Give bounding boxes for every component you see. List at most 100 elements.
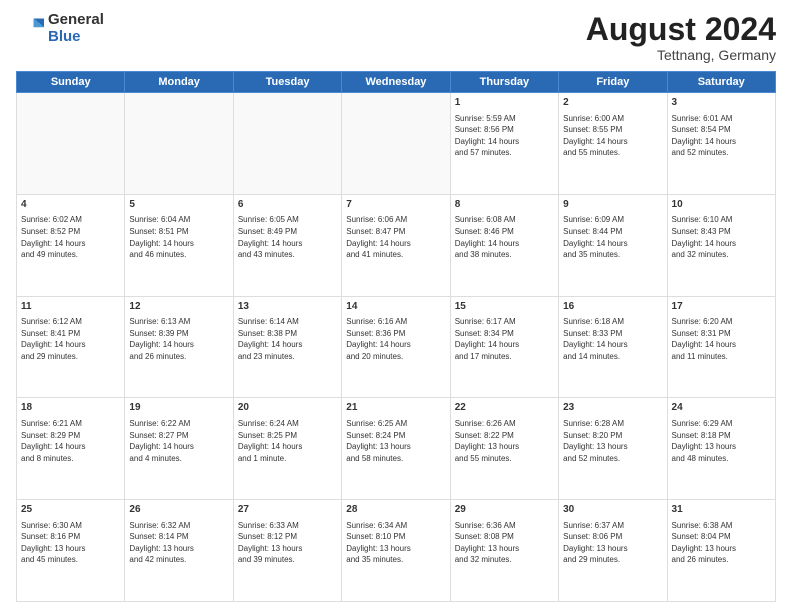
- cell-text: Sunrise: 6:21 AM: [21, 418, 120, 430]
- calendar-body: 1Sunrise: 5:59 AMSunset: 8:56 PMDaylight…: [17, 93, 776, 602]
- logo-general: General: [48, 12, 104, 29]
- day-header-saturday: Saturday: [667, 72, 775, 93]
- week-row-5: 25Sunrise: 6:30 AMSunset: 8:16 PMDayligh…: [17, 500, 776, 602]
- cell-text: Daylight: 13 hours: [455, 543, 554, 555]
- cell-text: Sunrise: 6:01 AM: [672, 113, 771, 125]
- cal-cell: [342, 93, 450, 195]
- cell-text: Sunset: 8:51 PM: [129, 226, 228, 238]
- cell-text: Sunset: 8:41 PM: [21, 328, 120, 340]
- cell-text: Sunrise: 6:12 AM: [21, 316, 120, 328]
- cell-text: and 45 minutes.: [21, 554, 120, 566]
- day-number: 30: [563, 503, 662, 518]
- cal-cell: 6Sunrise: 6:05 AMSunset: 8:49 PMDaylight…: [233, 194, 341, 296]
- day-number: 14: [346, 300, 445, 315]
- cell-text: Sunset: 8:49 PM: [238, 226, 337, 238]
- cell-text: Daylight: 14 hours: [563, 136, 662, 148]
- cell-text: Sunset: 8:06 PM: [563, 531, 662, 543]
- cal-cell: 27Sunrise: 6:33 AMSunset: 8:12 PMDayligh…: [233, 500, 341, 602]
- cell-text: Sunset: 8:14 PM: [129, 531, 228, 543]
- cal-cell: 22Sunrise: 6:26 AMSunset: 8:22 PMDayligh…: [450, 398, 558, 500]
- cell-text: Sunrise: 6:17 AM: [455, 316, 554, 328]
- cell-text: Daylight: 13 hours: [346, 441, 445, 453]
- cell-text: Sunset: 8:55 PM: [563, 124, 662, 136]
- cell-text: Sunset: 8:04 PM: [672, 531, 771, 543]
- cell-text: Daylight: 14 hours: [129, 339, 228, 351]
- calendar-table: SundayMondayTuesdayWednesdayThursdayFrid…: [16, 71, 776, 602]
- cell-text: Daylight: 14 hours: [672, 238, 771, 250]
- cell-text: Sunrise: 6:25 AM: [346, 418, 445, 430]
- cell-text: and 58 minutes.: [346, 453, 445, 465]
- cal-cell: 30Sunrise: 6:37 AMSunset: 8:06 PMDayligh…: [559, 500, 667, 602]
- cell-text: Sunset: 8:24 PM: [346, 430, 445, 442]
- cell-text: Daylight: 14 hours: [129, 238, 228, 250]
- day-number: 4: [21, 198, 120, 213]
- cell-text: Sunset: 8:22 PM: [455, 430, 554, 442]
- cell-text: Daylight: 14 hours: [21, 441, 120, 453]
- cell-text: Sunrise: 6:20 AM: [672, 316, 771, 328]
- cell-text: Sunrise: 6:14 AM: [238, 316, 337, 328]
- cell-text: Sunrise: 6:02 AM: [21, 214, 120, 226]
- cell-text: Daylight: 13 hours: [129, 543, 228, 555]
- cell-text: Sunset: 8:31 PM: [672, 328, 771, 340]
- cell-text: Sunrise: 6:38 AM: [672, 520, 771, 532]
- cell-text: and 55 minutes.: [455, 453, 554, 465]
- cell-text: Daylight: 14 hours: [563, 238, 662, 250]
- cell-text: Sunrise: 6:06 AM: [346, 214, 445, 226]
- cell-text: Sunset: 8:12 PM: [238, 531, 337, 543]
- cell-text: Sunrise: 6:05 AM: [238, 214, 337, 226]
- cell-text: Daylight: 14 hours: [672, 339, 771, 351]
- cell-text: Sunset: 8:39 PM: [129, 328, 228, 340]
- day-number: 23: [563, 401, 662, 416]
- cell-text: Daylight: 14 hours: [455, 238, 554, 250]
- cal-cell: 12Sunrise: 6:13 AMSunset: 8:39 PMDayligh…: [125, 296, 233, 398]
- day-number: 25: [21, 503, 120, 518]
- day-number: 26: [129, 503, 228, 518]
- cal-cell: 17Sunrise: 6:20 AMSunset: 8:31 PMDayligh…: [667, 296, 775, 398]
- day-number: 5: [129, 198, 228, 213]
- cal-cell: 15Sunrise: 6:17 AMSunset: 8:34 PMDayligh…: [450, 296, 558, 398]
- cell-text: and 48 minutes.: [672, 453, 771, 465]
- cell-text: Sunset: 8:20 PM: [563, 430, 662, 442]
- cal-cell: 18 Sunrise: 6:21 AMSunset: 8:29 PMDayligh…: [17, 398, 125, 500]
- cell-text: Daylight: 14 hours: [563, 339, 662, 351]
- cell-text: Sunrise: 6:13 AM: [129, 316, 228, 328]
- cal-cell: [125, 93, 233, 195]
- day-number: 18: [21, 401, 120, 416]
- day-number: 31: [672, 503, 771, 518]
- cell-text: Sunrise: 6:16 AM: [346, 316, 445, 328]
- cell-text: Sunrise: 5:59 AM: [455, 113, 554, 125]
- cell-text: Daylight: 13 hours: [21, 543, 120, 555]
- cal-cell: 3Sunrise: 6:01 AMSunset: 8:54 PMDaylight…: [667, 93, 775, 195]
- day-number: 12: [129, 300, 228, 315]
- cell-text: Sunrise: 6:28 AM: [563, 418, 662, 430]
- cell-text: Sunset: 8:27 PM: [129, 430, 228, 442]
- cell-text: and 46 minutes.: [129, 249, 228, 261]
- cell-text: Sunrise: 6:29 AM: [672, 418, 771, 430]
- day-number: 16: [563, 300, 662, 315]
- cell-text: Sunrise: 6:18 AM: [563, 316, 662, 328]
- cell-text: and 52 minutes.: [563, 453, 662, 465]
- cal-cell: 21Sunrise: 6:25 AMSunset: 8:24 PMDayligh…: [342, 398, 450, 500]
- header: General Blue August 2024 Tettnang, Germa…: [16, 12, 776, 63]
- day-number: 29: [455, 503, 554, 518]
- day-number: 24: [672, 401, 771, 416]
- cell-text: and 8 minutes.: [21, 453, 120, 465]
- cell-text: Sunset: 8:34 PM: [455, 328, 554, 340]
- cal-cell: 1Sunrise: 5:59 AMSunset: 8:56 PMDaylight…: [450, 93, 558, 195]
- day-number: 22: [455, 401, 554, 416]
- day-header-thursday: Thursday: [450, 72, 558, 93]
- header-row: SundayMondayTuesdayWednesdayThursdayFrid…: [17, 72, 776, 93]
- cell-text: Sunrise: 6:26 AM: [455, 418, 554, 430]
- cell-text: Sunset: 8:29 PM: [21, 430, 120, 442]
- day-number: 6: [238, 198, 337, 213]
- cell-text: Sunrise: 6:33 AM: [238, 520, 337, 532]
- day-header-wednesday: Wednesday: [342, 72, 450, 93]
- day-number: 11: [21, 300, 120, 315]
- cal-cell: 23Sunrise: 6:28 AMSunset: 8:20 PMDayligh…: [559, 398, 667, 500]
- cal-cell: 20Sunrise: 6:24 AMSunset: 8:25 PMDayligh…: [233, 398, 341, 500]
- day-number: 17: [672, 300, 771, 315]
- cell-text: Daylight: 13 hours: [672, 543, 771, 555]
- cell-text: Daylight: 14 hours: [455, 339, 554, 351]
- cell-text: Sunset: 8:44 PM: [563, 226, 662, 238]
- cal-cell: 5Sunrise: 6:04 AMSunset: 8:51 PMDaylight…: [125, 194, 233, 296]
